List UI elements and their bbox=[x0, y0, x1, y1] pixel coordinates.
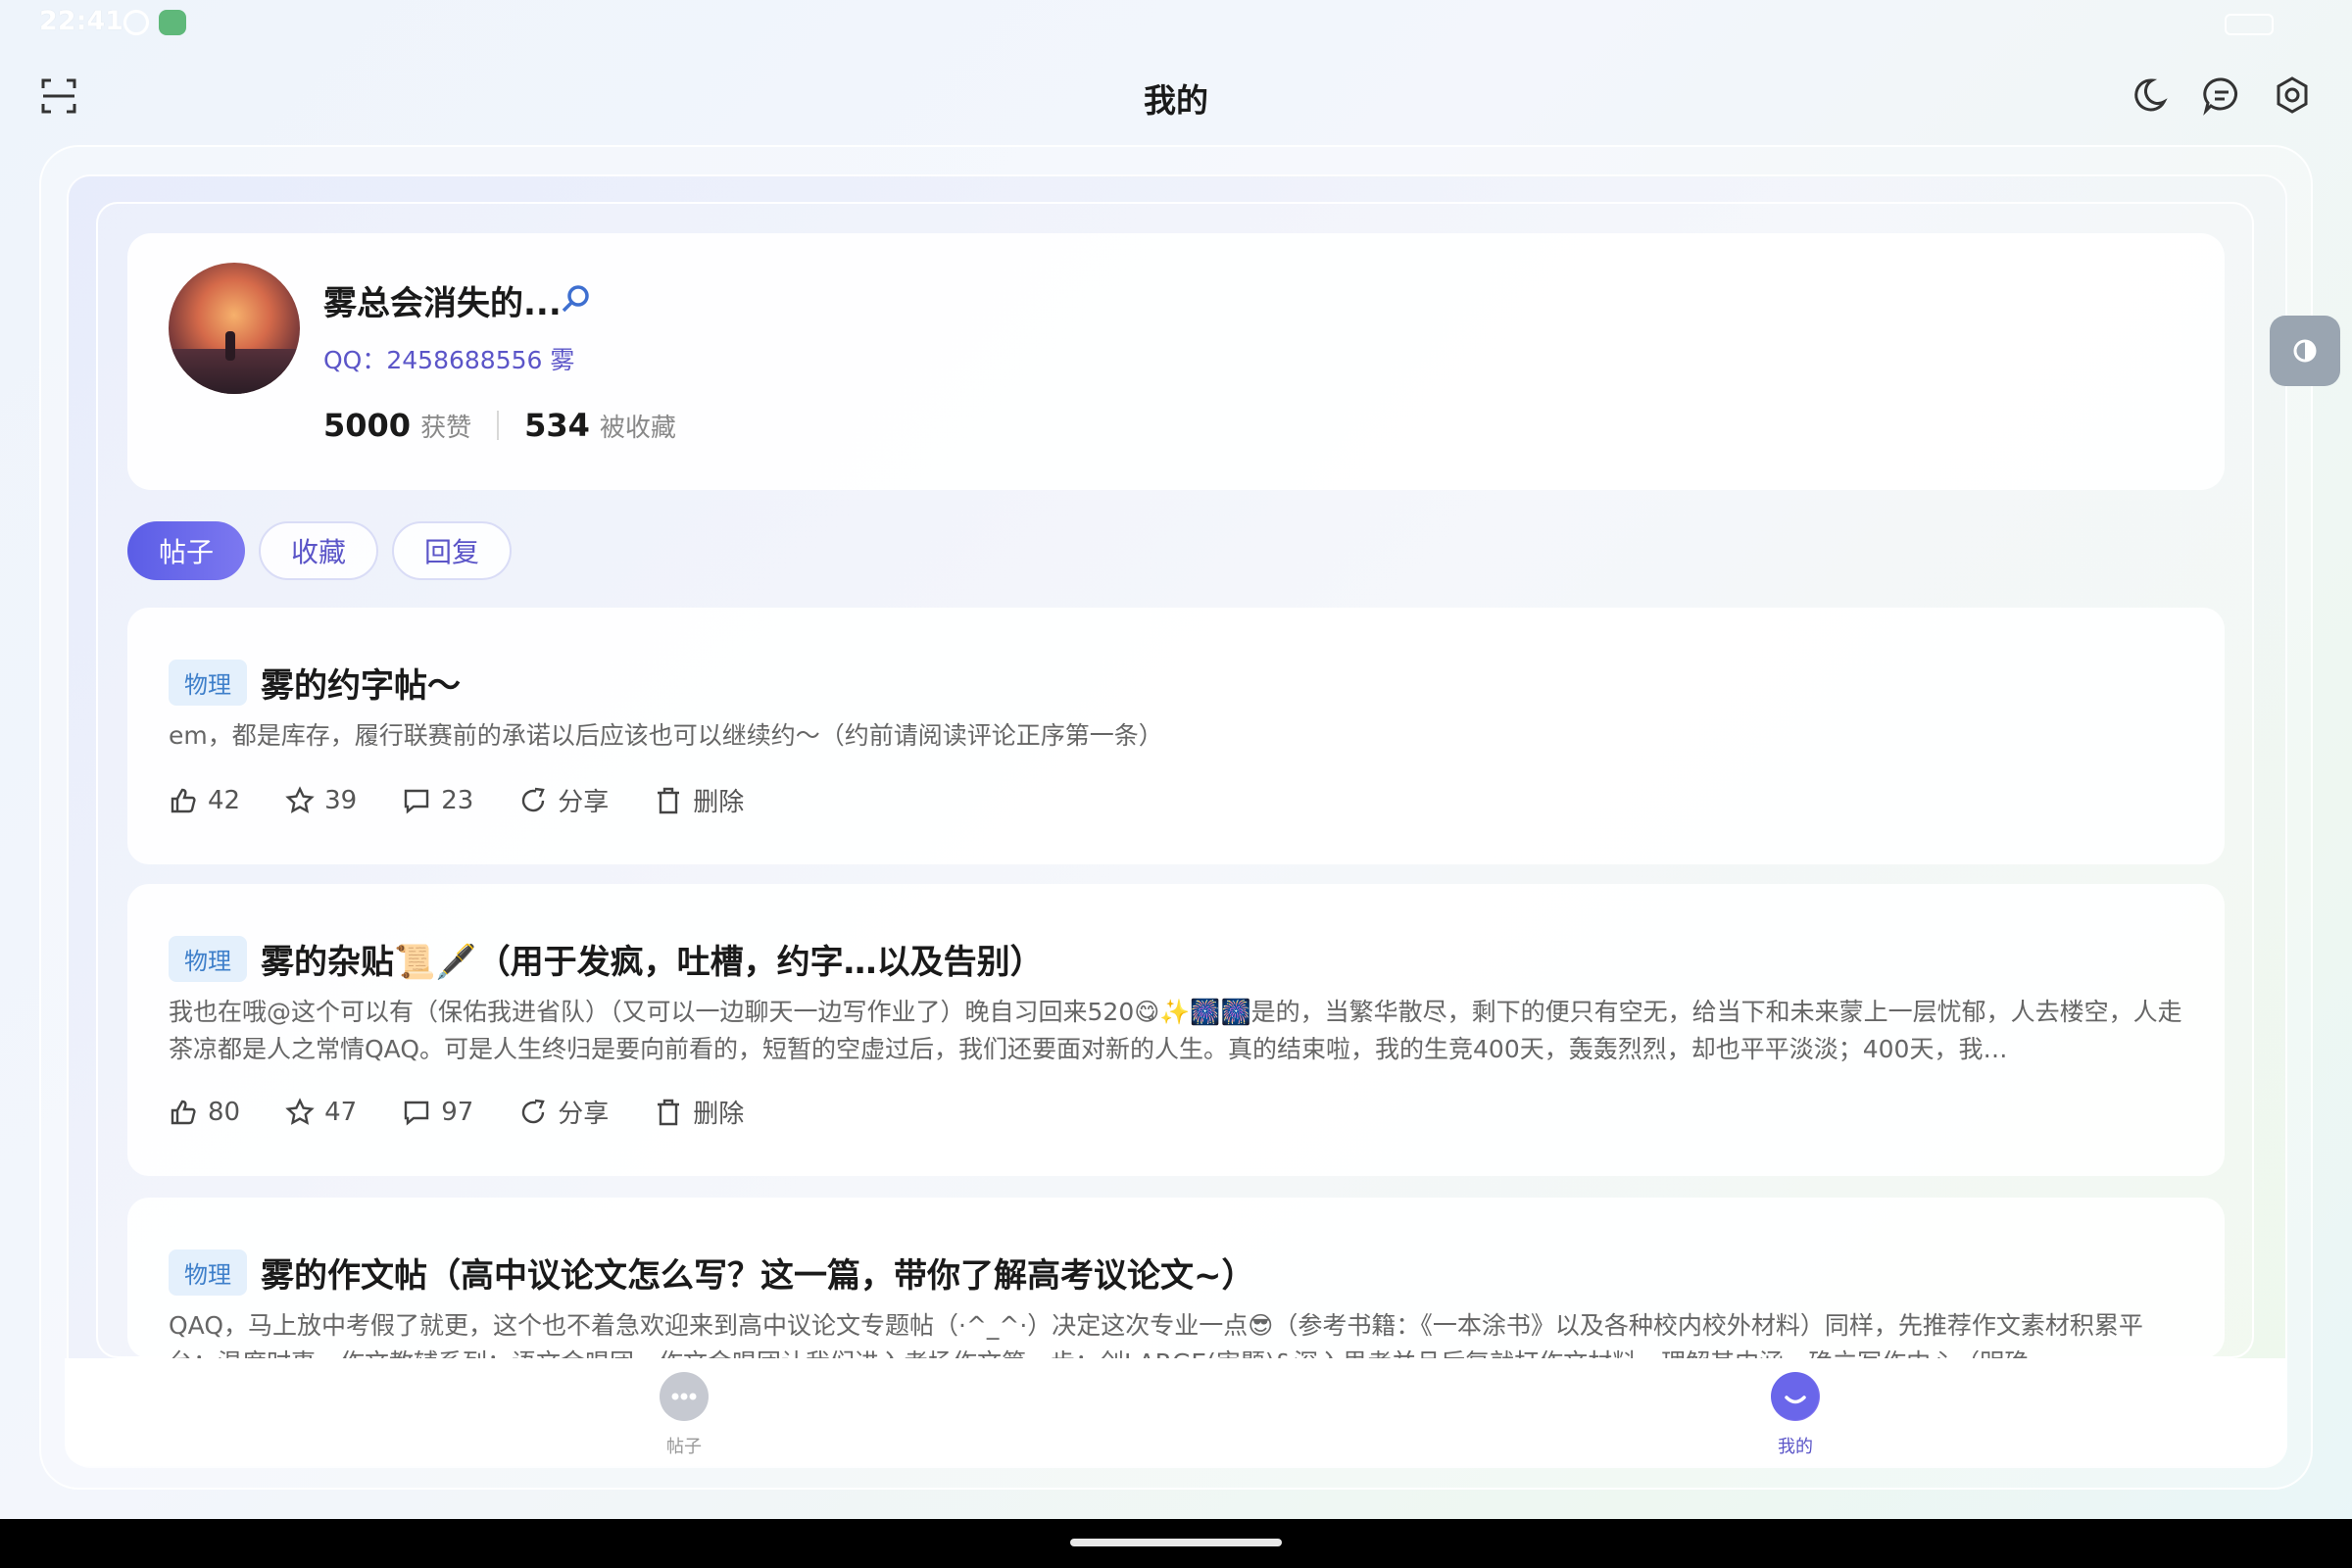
bottom-tab-mine[interactable]: 我的 bbox=[1737, 1372, 1854, 1458]
comment-icon bbox=[404, 789, 429, 814]
theme-toggle-button[interactable] bbox=[2270, 316, 2340, 386]
bottom-tab-mine-label: 我的 bbox=[1778, 1437, 1813, 1457]
share-label: 分享 bbox=[558, 1100, 610, 1129]
comment-icon bbox=[404, 1101, 429, 1126]
stats-divider bbox=[497, 411, 500, 440]
home-indicator[interactable] bbox=[1070, 1539, 1282, 1546]
profile-smile-icon bbox=[1771, 1372, 1820, 1421]
trash-icon bbox=[658, 787, 680, 813]
avatar-figure bbox=[225, 331, 235, 361]
post-body[interactable]: QAQ，马上放中考假了就更，这个也不着急欢迎来到高中议论文专题帖（·^_^·）决… bbox=[169, 1307, 2187, 1358]
avatar[interactable] bbox=[169, 263, 300, 394]
post-card[interactable]: 物理 雾的约字帖～ em，都是库存，履行联赛前的承诺以后应该也可以继续约～（约前… bbox=[127, 608, 2225, 864]
star-count: 47 bbox=[324, 1097, 358, 1127]
qq-number: QQ：2458688556 雾 bbox=[323, 346, 575, 374]
like-count: 42 bbox=[208, 785, 241, 815]
post-actions: 80 47 97 分享 删除 bbox=[169, 1094, 789, 1130]
app-notification-icon bbox=[159, 10, 186, 35]
status-time: 22:41 bbox=[39, 6, 123, 36]
post-title[interactable]: 雾的作文帖（高中议论文怎么写？这一篇，带你了解高考议论文~） bbox=[261, 1249, 1255, 1297]
username: 雾总会消失的... bbox=[323, 284, 562, 323]
verify-icon bbox=[562, 285, 589, 313]
post-tag[interactable]: 物理 bbox=[169, 936, 247, 982]
star-icon bbox=[285, 785, 315, 813]
likes-label: 获赞 bbox=[420, 413, 472, 443]
post-tag[interactable]: 物理 bbox=[169, 1250, 247, 1296]
top-nav: 我的 bbox=[0, 59, 2352, 137]
likes-count: 5000 bbox=[323, 407, 412, 444]
star-icon bbox=[285, 1097, 315, 1125]
post-header: 物理 雾的约字帖～ bbox=[169, 659, 461, 707]
contrast-icon bbox=[2293, 339, 2317, 363]
comment-count: 23 bbox=[441, 785, 474, 815]
message-icon[interactable] bbox=[2201, 74, 2242, 116]
moon-icon[interactable] bbox=[2129, 74, 2170, 116]
bottom-tab-posts-label: 帖子 bbox=[666, 1437, 702, 1457]
post-title[interactable]: 雾的杂贴📜🖋️（用于发疯，吐槽，约字…以及告别） bbox=[261, 935, 1044, 983]
delete-label: 删除 bbox=[693, 1100, 745, 1129]
like-count: 80 bbox=[208, 1097, 241, 1127]
delete-button[interactable]: 删除 bbox=[654, 1094, 744, 1130]
post-tag[interactable]: 物理 bbox=[169, 660, 247, 706]
share-button[interactable]: 分享 bbox=[518, 782, 609, 818]
delete-label: 删除 bbox=[693, 788, 745, 817]
post-card[interactable]: 物理 雾的杂贴📜🖋️（用于发疯，吐槽，约字…以及告别） 我也在哦@这个可以有（保… bbox=[127, 884, 2225, 1176]
profile-tabs: 帖子 收藏 回复 bbox=[127, 521, 525, 580]
status-bar: 22:41 bbox=[0, 0, 2352, 47]
post-header: 物理 雾的作文帖（高中议论文怎么写？这一篇，带你了解高考议论文~） bbox=[169, 1249, 1255, 1297]
tab-posts[interactable]: 帖子 bbox=[127, 521, 245, 580]
thumb-up-icon bbox=[171, 788, 196, 812]
comment-button[interactable]: 23 bbox=[402, 786, 473, 815]
bottom-tab-bar: 帖子 我的 bbox=[65, 1358, 2287, 1466]
page-title: 我的 bbox=[1144, 81, 1208, 120]
star-count: 39 bbox=[324, 785, 358, 815]
star-button[interactable]: 39 bbox=[285, 786, 357, 815]
post-header: 物理 雾的杂贴📜🖋️（用于发疯，吐槽，约字…以及告别） bbox=[169, 935, 1044, 983]
like-button[interactable]: 80 bbox=[169, 1098, 240, 1127]
alarm-icon bbox=[123, 10, 149, 35]
post-card[interactable]: 物理 雾的作文帖（高中议论文怎么写？这一篇，带你了解高考议论文~） QAQ，马上… bbox=[127, 1198, 2225, 1358]
post-title[interactable]: 雾的约字帖～ bbox=[261, 659, 461, 707]
post-body[interactable]: 我也在哦@这个可以有（保佑我进省队）（又可以一边聊天一边写作业了）晚自习回来52… bbox=[169, 994, 2187, 1068]
comment-button[interactable]: 97 bbox=[402, 1098, 473, 1127]
share-label: 分享 bbox=[558, 788, 610, 817]
share-icon bbox=[522, 787, 546, 811]
battery-icon bbox=[2225, 14, 2274, 35]
share-icon bbox=[522, 1099, 546, 1123]
tab-replies[interactable]: 回复 bbox=[392, 521, 512, 580]
star-button[interactable]: 47 bbox=[285, 1098, 357, 1127]
chat-bubble-icon bbox=[660, 1372, 709, 1421]
tab-favorites[interactable]: 收藏 bbox=[259, 521, 378, 580]
profile-card[interactable]: 雾总会消失的... QQ：2458688556 雾 5000 获赞 534 被收… bbox=[127, 233, 2225, 490]
trash-icon bbox=[658, 1099, 680, 1125]
like-button[interactable]: 42 bbox=[169, 786, 240, 815]
post-actions: 42 39 23 分享 删除 bbox=[169, 782, 789, 818]
favorites-count: 534 bbox=[524, 407, 590, 444]
system-nav-bar bbox=[0, 1519, 2352, 1568]
settings-icon[interactable] bbox=[2272, 74, 2313, 116]
favorites-label: 被收藏 bbox=[599, 413, 676, 443]
bottom-tab-posts[interactable]: 帖子 bbox=[625, 1372, 743, 1458]
share-button[interactable]: 分享 bbox=[518, 1094, 609, 1130]
thumb-up-icon bbox=[171, 1100, 196, 1124]
profile-stats: 5000 获赞 534 被收藏 bbox=[323, 406, 676, 445]
delete-button[interactable]: 删除 bbox=[654, 782, 744, 818]
post-body[interactable]: em，都是库存，履行联赛前的承诺以后应该也可以继续约～（约前请阅读评论正序第一条… bbox=[169, 717, 2187, 755]
comment-count: 97 bbox=[441, 1097, 474, 1127]
